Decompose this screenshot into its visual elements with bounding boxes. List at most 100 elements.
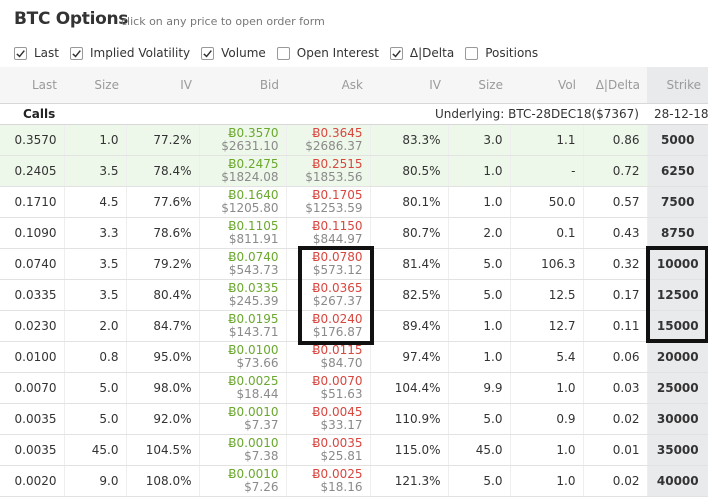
ask-price-cell[interactable]: Ƀ0.0115 $84.70 bbox=[286, 341, 371, 373]
ask-price-btc[interactable]: Ƀ0.0035 bbox=[294, 436, 362, 450]
bid-price-cell[interactable]: Ƀ0.0010 $7.37 bbox=[199, 403, 287, 435]
filter-delta[interactable]: Δ|Delta bbox=[389, 46, 454, 60]
ask-price-cell[interactable]: Ƀ0.2515 $1853.56 bbox=[286, 155, 371, 187]
bid-price-cell[interactable]: Ƀ0.0740 $543.73 bbox=[199, 248, 287, 280]
checkbox-open-interest[interactable] bbox=[276, 46, 290, 60]
ask-price-usd[interactable]: $267.37 bbox=[294, 294, 363, 308]
ask-price-usd[interactable]: $176.87 bbox=[294, 325, 363, 339]
last-price[interactable]: 0.0230 bbox=[0, 310, 65, 342]
bid-price-btc[interactable]: Ƀ0.0100 bbox=[207, 343, 278, 357]
bid-price-cell[interactable]: Ƀ0.0335 $245.39 bbox=[199, 279, 287, 311]
ask-price-usd[interactable]: $25.81 bbox=[294, 449, 363, 463]
filter-last[interactable]: Last bbox=[14, 46, 59, 60]
last-price[interactable]: 0.2405 bbox=[0, 155, 65, 187]
last-price[interactable]: 0.0035 bbox=[0, 403, 65, 435]
last-price[interactable]: 0.1710 bbox=[0, 186, 65, 218]
strike-price[interactable]: 40000 bbox=[647, 465, 708, 497]
strike-price[interactable]: 35000 bbox=[647, 434, 708, 466]
bid-price-cell[interactable]: Ƀ0.2475 $1824.08 bbox=[199, 155, 287, 187]
bid-price-btc[interactable]: Ƀ0.0010 bbox=[207, 467, 278, 481]
ask-price-cell[interactable]: Ƀ0.0780 $573.12 bbox=[286, 248, 371, 280]
last-price[interactable]: 0.0070 bbox=[0, 372, 65, 404]
bid-price-btc[interactable]: Ƀ0.1105 bbox=[207, 219, 278, 233]
bid-price-btc[interactable]: Ƀ0.3570 bbox=[207, 126, 278, 140]
bid-price-cell[interactable]: Ƀ0.0010 $7.38 bbox=[199, 434, 287, 466]
ask-price-btc[interactable]: Ƀ0.0240 bbox=[294, 312, 362, 326]
last-price[interactable]: 0.0100 bbox=[0, 341, 65, 373]
strike-price[interactable]: 15000 bbox=[647, 310, 708, 342]
strike-price[interactable]: 8750 bbox=[647, 217, 708, 249]
header-ask-iv[interactable]: IV bbox=[370, 67, 448, 104]
bid-price-usd[interactable]: $811.91 bbox=[207, 232, 279, 246]
ask-price-cell[interactable]: Ƀ0.0070 $51.63 bbox=[286, 372, 371, 404]
bid-price-btc[interactable]: Ƀ0.1640 bbox=[207, 188, 278, 202]
header-last[interactable]: Last bbox=[0, 67, 64, 104]
bid-price-btc[interactable]: Ƀ0.0025 bbox=[207, 374, 278, 388]
ask-price-usd[interactable]: $18.16 bbox=[294, 480, 363, 494]
strike-price[interactable]: 30000 bbox=[647, 403, 708, 435]
bid-price-usd[interactable]: $7.26 bbox=[207, 480, 278, 494]
ask-price-btc[interactable]: Ƀ0.0365 bbox=[294, 281, 362, 295]
header-ask-size[interactable]: Size bbox=[448, 67, 510, 104]
checkbox-delta[interactable] bbox=[389, 46, 403, 60]
filter-positions[interactable]: Positions bbox=[465, 46, 538, 60]
strike-price[interactable]: 10000 bbox=[647, 248, 708, 280]
ask-price-usd[interactable]: $33.17 bbox=[294, 418, 363, 432]
last-price[interactable]: 0.0335 bbox=[0, 279, 65, 311]
last-price[interactable]: 0.0020 bbox=[0, 465, 65, 497]
ask-price-usd[interactable]: $573.12 bbox=[294, 263, 363, 277]
bid-price-usd[interactable]: $245.39 bbox=[207, 294, 279, 308]
bid-price-cell[interactable]: Ƀ0.1640 $1205.80 bbox=[199, 186, 287, 218]
ask-price-cell[interactable]: Ƀ0.1150 $844.97 bbox=[286, 217, 371, 249]
ask-price-cell[interactable]: Ƀ0.1705 $1253.59 bbox=[286, 186, 371, 218]
filter-open-interest[interactable]: Open Interest bbox=[276, 46, 379, 60]
header-delta[interactable]: Δ|Delta bbox=[583, 67, 647, 104]
bid-price-usd[interactable]: $18.44 bbox=[207, 387, 279, 401]
header-bid[interactable]: Bid bbox=[199, 67, 286, 104]
strike-price[interactable]: 12500 bbox=[647, 279, 708, 311]
bid-price-btc[interactable]: Ƀ0.0195 bbox=[207, 312, 278, 326]
ask-price-btc[interactable]: Ƀ0.0025 bbox=[294, 467, 362, 481]
header-vol[interactable]: Vol bbox=[510, 67, 583, 104]
last-price[interactable]: 0.0035 bbox=[0, 434, 65, 466]
bid-price-cell[interactable]: Ƀ0.3570 $2631.10 bbox=[199, 124, 287, 156]
ask-price-btc[interactable]: Ƀ0.0780 bbox=[294, 250, 362, 264]
strike-price[interactable]: 20000 bbox=[647, 341, 708, 373]
ask-price-cell[interactable]: Ƀ0.0365 $267.37 bbox=[286, 279, 371, 311]
bid-price-usd[interactable]: $73.66 bbox=[207, 356, 279, 370]
ask-price-cell[interactable]: Ƀ0.3645 $2686.37 bbox=[286, 124, 371, 156]
ask-price-btc[interactable]: Ƀ0.0115 bbox=[294, 343, 362, 357]
bid-price-btc[interactable]: Ƀ0.0740 bbox=[207, 250, 278, 264]
bid-price-btc[interactable]: Ƀ0.0335 bbox=[207, 281, 278, 295]
strike-price[interactable]: 25000 bbox=[647, 372, 708, 404]
bid-price-usd[interactable]: $1205.80 bbox=[207, 201, 278, 215]
ask-price-usd[interactable]: $84.70 bbox=[294, 356, 363, 370]
last-price[interactable]: 0.0740 bbox=[0, 248, 65, 280]
bid-price-usd[interactable]: $1824.08 bbox=[207, 170, 278, 184]
bid-price-cell[interactable]: Ƀ0.0100 $73.66 bbox=[199, 341, 287, 373]
ask-price-btc[interactable]: Ƀ0.3645 bbox=[294, 126, 362, 140]
ask-price-btc[interactable]: Ƀ0.0045 bbox=[294, 405, 362, 419]
bid-price-cell[interactable]: Ƀ0.0195 $143.71 bbox=[199, 310, 287, 342]
filter-volume[interactable]: Volume bbox=[201, 46, 266, 60]
ask-price-btc[interactable]: Ƀ0.2515 bbox=[294, 157, 362, 171]
checkbox-positions[interactable] bbox=[465, 46, 479, 60]
ask-price-cell[interactable]: Ƀ0.0035 $25.81 bbox=[286, 434, 371, 466]
header-iv[interactable]: IV bbox=[126, 67, 199, 104]
ask-price-usd[interactable]: $1853.56 bbox=[294, 170, 362, 184]
bid-price-usd[interactable]: $543.73 bbox=[207, 263, 279, 277]
bid-price-btc[interactable]: Ƀ0.2475 bbox=[207, 157, 278, 171]
header-size[interactable]: Size bbox=[64, 67, 126, 104]
bid-price-cell[interactable]: Ƀ0.0010 $7.26 bbox=[199, 465, 287, 497]
ask-price-cell[interactable]: Ƀ0.0240 $176.87 bbox=[286, 310, 371, 342]
strike-price[interactable]: 6250 bbox=[647, 155, 708, 187]
bid-price-usd[interactable]: $2631.10 bbox=[207, 139, 278, 153]
ask-price-usd[interactable]: $844.97 bbox=[294, 232, 363, 246]
header-ask[interactable]: Ask bbox=[286, 67, 370, 104]
ask-price-cell[interactable]: Ƀ0.0025 $18.16 bbox=[286, 465, 371, 497]
ask-price-usd[interactable]: $2686.37 bbox=[294, 139, 362, 153]
checkbox-implied-volatility[interactable] bbox=[70, 46, 83, 60]
strike-price[interactable]: 7500 bbox=[647, 186, 708, 218]
strike-price[interactable]: 5000 bbox=[647, 124, 708, 156]
ask-price-cell[interactable]: Ƀ0.0045 $33.17 bbox=[286, 403, 371, 435]
